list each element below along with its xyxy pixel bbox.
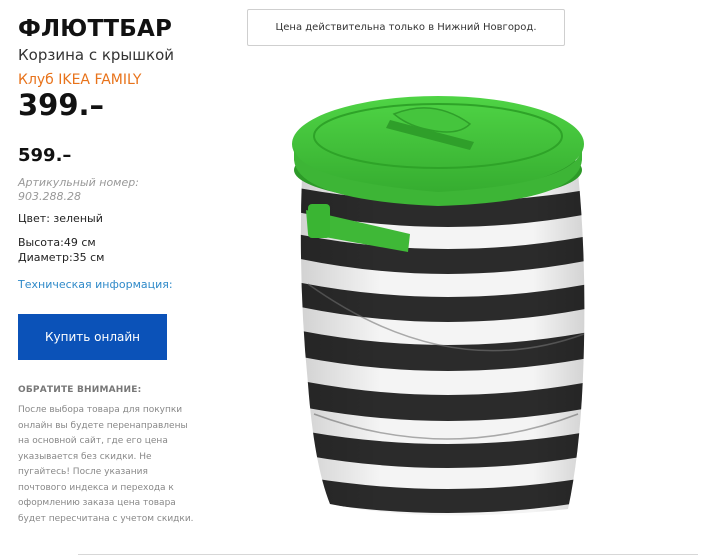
- buy-online-button[interactable]: Купить онлайн: [18, 314, 167, 360]
- note-heading: ОБРАТИТЕ ВНИМАНИЕ:: [18, 385, 142, 395]
- product-name: ФЛЮТТБАР: [18, 16, 173, 42]
- price-notice-box: Цена действительна только в Нижний Новго…: [247, 9, 565, 46]
- product-diameter: Диаметр:35 см: [18, 251, 105, 264]
- tech-info-link[interactable]: Техническая информация:: [18, 278, 173, 291]
- product-height: Высота:49 см: [18, 236, 96, 249]
- article-number: Артикульный номер: 903.288.28: [18, 176, 139, 203]
- regular-price: 599.–: [18, 145, 72, 166]
- bottom-divider: [78, 554, 698, 555]
- family-club-label: Клуб IKEA FAMILY: [18, 72, 142, 88]
- product-image: [292, 96, 585, 516]
- product-dimensions: Высота:49 см Диаметр:35 см: [18, 235, 105, 265]
- family-price: 399.–: [18, 88, 105, 122]
- product-subtitle: Корзина с крышкой: [18, 46, 174, 64]
- product-color: Цвет: зеленый: [18, 212, 103, 225]
- note-body: После выбора товара для покупки онлайн в…: [18, 405, 194, 524]
